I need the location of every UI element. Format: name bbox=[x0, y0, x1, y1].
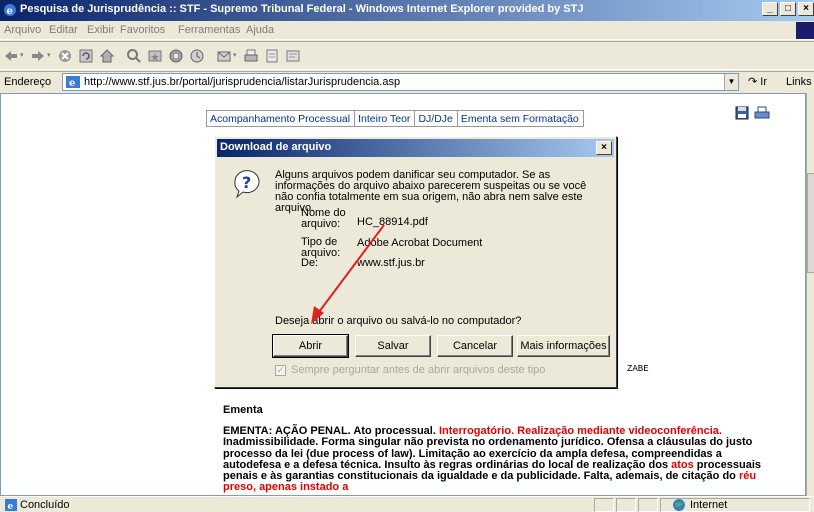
minimize-button[interactable]: _ bbox=[762, 2, 778, 16]
dialog-title: Download de arquivo bbox=[220, 141, 332, 153]
tab-ementa-sem-formatacao[interactable]: Ementa sem Formatação bbox=[458, 111, 583, 126]
ementa-highlight: Interrogatório. Realização mediante vide… bbox=[438, 425, 722, 437]
svg-text:e: e bbox=[8, 502, 14, 512]
stop-icon[interactable] bbox=[57, 48, 73, 64]
address-bar: Endereço e http://www.stf.jus.br/portal/… bbox=[0, 71, 814, 92]
address-url: http://www.stf.jus.br/portal/jurispruden… bbox=[84, 76, 401, 88]
mail-icon[interactable] bbox=[216, 48, 232, 64]
discuss-icon[interactable] bbox=[285, 48, 301, 64]
favorites-icon[interactable] bbox=[147, 48, 163, 64]
zone-text: Internet bbox=[690, 499, 728, 511]
tab-acompanhamento-processual[interactable]: Acompanhamento Processual bbox=[207, 111, 356, 126]
go-button[interactable]: ↷ Ir bbox=[748, 75, 767, 88]
vertical-scrollbar[interactable] bbox=[806, 93, 814, 496]
menu-ajuda[interactable]: Ajuda bbox=[246, 24, 274, 36]
menu-favoritos[interactable]: Favoritos bbox=[120, 24, 165, 36]
internet-zone-icon bbox=[673, 499, 685, 511]
title-bar[interactable]: e Pesquisa de Jurisprudência :: STF - Su… bbox=[0, 0, 814, 21]
file-type-value: Adobe Acrobat Document bbox=[357, 237, 483, 249]
mail-dropdown-icon[interactable]: ▾ bbox=[233, 51, 237, 59]
svg-text:?: ? bbox=[242, 173, 251, 192]
refresh-icon[interactable] bbox=[78, 48, 94, 64]
ie-logo-icon: e bbox=[4, 4, 16, 17]
close-button[interactable]: × bbox=[798, 2, 814, 16]
back-icon[interactable] bbox=[3, 48, 19, 64]
print-icon[interactable] bbox=[243, 48, 259, 64]
status-panel bbox=[616, 498, 636, 512]
save-button[interactable]: Salvar bbox=[355, 335, 431, 357]
history-icon[interactable] bbox=[189, 48, 205, 64]
always-ask-label: Sempre perguntar antes de abrir arquivos… bbox=[291, 364, 546, 376]
question-icon: ? bbox=[234, 170, 260, 199]
cancel-button[interactable]: Cancelar bbox=[437, 335, 513, 357]
menu-ferramentas[interactable]: Ferramentas bbox=[178, 24, 240, 36]
save-icon[interactable] bbox=[735, 106, 749, 120]
back-dropdown-icon[interactable]: ▾ bbox=[20, 51, 24, 59]
edit-icon[interactable] bbox=[264, 48, 280, 64]
status-text: Concluído bbox=[20, 499, 70, 511]
ie-window: e Pesquisa de Jurisprudência :: STF - Su… bbox=[0, 0, 814, 512]
tab-inteiro-teor[interactable]: Inteiro Teor bbox=[355, 111, 416, 126]
home-icon[interactable] bbox=[99, 48, 115, 64]
go-arrow-icon: ↷ bbox=[748, 76, 758, 88]
windows-throbber-icon bbox=[796, 22, 814, 39]
address-dropdown-icon[interactable]: ▼ bbox=[724, 74, 738, 90]
maximize-button[interactable]: □ bbox=[780, 2, 796, 16]
menu-exibir[interactable]: Exibir bbox=[87, 24, 115, 36]
print-page-icon[interactable] bbox=[754, 106, 770, 120]
open-button[interactable]: Abrir bbox=[272, 334, 349, 358]
download-dialog: Download de arquivo × ? Alguns arquivos … bbox=[214, 136, 617, 388]
page-text-fragment: ZABE bbox=[627, 364, 649, 374]
search-icon[interactable] bbox=[126, 48, 142, 64]
forward-dropdown-icon[interactable]: ▾ bbox=[47, 51, 51, 59]
links-button[interactable]: Links bbox=[786, 76, 812, 88]
toolbar: ▾ ▾ ▾ bbox=[0, 41, 814, 70]
file-from-label: De: bbox=[301, 257, 319, 269]
status-panel bbox=[594, 498, 614, 512]
tab-dj-dje[interactable]: DJ/DJe bbox=[415, 111, 458, 126]
svg-text:e: e bbox=[7, 6, 13, 17]
address-input[interactable]: e http://www.stf.jus.br/portal/jurisprud… bbox=[62, 73, 739, 91]
dialog-close-button[interactable]: × bbox=[596, 141, 612, 155]
svg-text:e: e bbox=[69, 78, 75, 89]
page-done-icon: e bbox=[5, 499, 17, 512]
ementa-segment: EMENTA: AÇÃO PENAL. Ato processual. bbox=[223, 425, 439, 437]
status-bar: e Concluído Internet bbox=[0, 496, 814, 512]
address-label: Endereço bbox=[4, 76, 52, 88]
media-icon[interactable] bbox=[168, 48, 184, 64]
page-icon: e bbox=[66, 76, 80, 89]
menu-bar: Arquivo Editar Exibir Favoritos Ferramen… bbox=[0, 21, 814, 40]
forward-icon[interactable] bbox=[30, 48, 46, 64]
dialog-title-bar[interactable]: Download de arquivo × bbox=[217, 139, 614, 157]
file-from-value: www.stf.jus.br bbox=[357, 257, 425, 269]
file-name-value: HC_88914.pdf bbox=[357, 216, 428, 228]
dialog-question: Deseja abrir o arquivo ou salvá-lo no co… bbox=[275, 315, 522, 327]
more-info-button[interactable]: Mais informações bbox=[517, 335, 610, 357]
status-panel bbox=[638, 498, 658, 512]
file-name-label: Nome do arquivo: bbox=[301, 207, 346, 230]
menu-arquivo[interactable]: Arquivo bbox=[4, 24, 41, 36]
ementa-highlight: atos bbox=[671, 458, 694, 471]
go-label: Ir bbox=[760, 76, 768, 88]
ementa-text: EMENTA: AÇÃO PENAL. Ato processual. Inte… bbox=[223, 425, 768, 494]
page-tabs: Acompanhamento Processual Inteiro Teor D… bbox=[206, 110, 584, 127]
menu-editar[interactable]: Editar bbox=[49, 24, 78, 36]
file-type-label: Tipo de arquivo: bbox=[301, 236, 341, 259]
ementa-heading: Ementa bbox=[223, 404, 263, 416]
window-title: Pesquisa de Jurisprudência :: STF - Supr… bbox=[20, 3, 584, 15]
always-ask-checkbox[interactable]: ✓ bbox=[275, 365, 286, 376]
scrollbar-thumb[interactable] bbox=[807, 173, 814, 273]
